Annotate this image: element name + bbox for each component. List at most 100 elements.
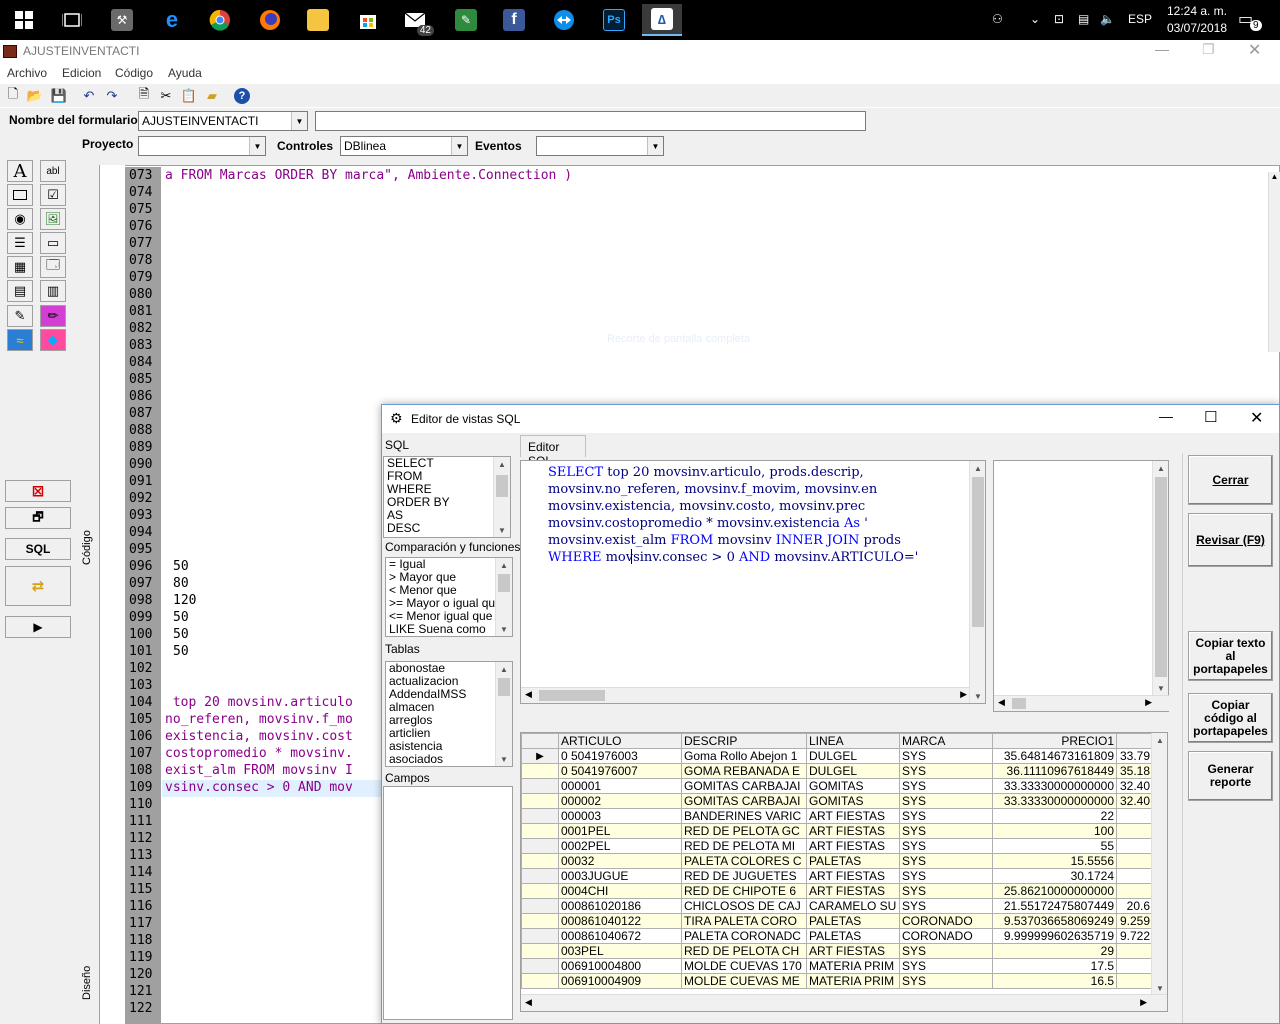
row-indicator[interactable]	[521, 853, 559, 869]
table-row[interactable]: 006910004800 MOLDE CUEVAS 170 MATERIA PRIM…	[521, 958, 1153, 974]
button-tool-icon[interactable]	[7, 184, 33, 206]
scrollbar[interactable]: ▲ ▼	[969, 461, 985, 703]
checkbox-tool-icon[interactable]: ☑	[40, 184, 66, 206]
code-line-098[interactable]: 120	[173, 593, 196, 608]
scrollbar[interactable]: ▲ ▼	[493, 457, 510, 537]
scroll-down-icon[interactable]: ▼	[1152, 981, 1167, 995]
textbox-tool-icon[interactable]: abl	[40, 160, 66, 182]
tab-editor-sql[interactable]: Editor SQL	[520, 435, 586, 468]
copy-text-button[interactable]: Copiar texto al portapapeles	[1188, 631, 1273, 681]
sql-keyword-item[interactable]: DESC	[384, 522, 510, 535]
report-tool-icon[interactable]: ▤	[7, 280, 33, 302]
sql-keywords-list[interactable]: SELECT FROM WHERE ORDER BY AS DESC ▲ ▼	[383, 456, 511, 538]
controls-combo[interactable]: DBlinea ▼	[340, 136, 468, 156]
sql-text-editor[interactable]: SELECT top 20 movsinv.articulo, prods.de…	[520, 460, 986, 704]
volume-icon[interactable]: 🔈	[1100, 12, 1115, 26]
table-row[interactable]: 000861040672 PALETA CORONADC PALETAS CORONA…	[521, 928, 1153, 944]
table-row[interactable]: 0003JUGUE RED DE JUGUETES ART FIESTAS SYS 30…	[521, 868, 1153, 884]
scroll-up-icon[interactable]: ▲	[1269, 172, 1280, 181]
scroll-up-icon[interactable]: ▲	[1152, 733, 1167, 747]
run-button[interactable]: ▶	[5, 616, 71, 638]
restore-button[interactable]: ❐	[1202, 41, 1215, 58]
mail-icon[interactable]: 42	[396, 4, 436, 36]
copy-code-button[interactable]: Copiar código al portapapeles	[1188, 693, 1273, 743]
events-combo[interactable]: ▼	[536, 136, 664, 156]
form-designer-app-icon[interactable]: ∆	[642, 4, 682, 36]
subreport-tool-icon[interactable]: ▥	[40, 280, 66, 302]
clipboard-icon[interactable]: ▰	[203, 87, 221, 105]
table-row[interactable]: 003PEL RED DE PELOTA CH ART FIESTAS SYS 29	[521, 943, 1153, 959]
scroll-down-icon[interactable]: ▼	[970, 689, 986, 703]
h-scrollbar[interactable]: ◀ ▶	[994, 695, 1170, 711]
scroll-down-icon[interactable]: ▼	[494, 523, 510, 537]
taskbar-clock[interactable]: 12:24 a. m. 03/07/2018	[1162, 3, 1232, 37]
redo-icon[interactable]: ↷	[103, 87, 121, 105]
radio-tool-icon[interactable]: ◉	[7, 208, 33, 230]
chevron-down-icon[interactable]: ▼	[249, 137, 265, 155]
row-indicator[interactable]	[521, 763, 559, 779]
comparison-list[interactable]: = Igual > Mayor que < Menor que >= Mayor o …	[385, 557, 513, 637]
comparison-item[interactable]: LIKE Suena como	[386, 623, 512, 636]
photoshop-icon[interactable]: Ps	[594, 4, 634, 36]
column-header[interactable]	[1116, 733, 1153, 749]
code-line-100[interactable]: 50	[173, 627, 189, 642]
code-line-097[interactable]: 80	[173, 576, 189, 591]
edge-browser-icon[interactable]: e	[152, 4, 192, 36]
cut-icon[interactable]: ✂	[157, 87, 175, 105]
network-icon[interactable]: ⊡	[1054, 12, 1064, 26]
properties-button[interactable]: 🗗	[5, 507, 71, 529]
scroll-down-icon[interactable]: ▼	[496, 752, 512, 766]
menu-ayuda[interactable]: Ayuda	[168, 66, 202, 80]
row-indicator[interactable]	[521, 838, 559, 854]
facebook-icon[interactable]: f	[494, 4, 534, 36]
project-combo[interactable]: ▼	[138, 136, 266, 156]
notes-memo[interactable]: ▲ ▼ ◀ ▶	[993, 460, 1170, 712]
code-line-107[interactable]: costopromedio * movsinv.	[165, 746, 353, 761]
paste-icon[interactable]: 📋	[180, 87, 198, 105]
generate-report-button[interactable]: Generar reporte	[1188, 751, 1273, 801]
table-row[interactable]: 00032 PALETA COLORES C PALETAS SYS 15.5556	[521, 853, 1153, 869]
row-indicator[interactable]	[521, 778, 559, 794]
row-indicator[interactable]	[521, 943, 559, 959]
editor-scrollbar[interactable]: ▲	[1268, 172, 1280, 352]
column-header[interactable]: LINEA	[806, 733, 900, 749]
table-row[interactable]: 0001PEL RED DE PELOTA GC ART FIESTAS SYS 100	[521, 823, 1153, 839]
scroll-up-icon[interactable]: ▲	[496, 662, 512, 676]
scroll-right-icon[interactable]: ▶	[960, 689, 967, 700]
list-tool-icon[interactable]: ☰	[7, 232, 33, 254]
scroll-left-icon[interactable]: ◀	[525, 997, 532, 1008]
scroll-down-icon[interactable]: ▼	[1153, 681, 1169, 695]
chevron-down-icon[interactable]: ▼	[647, 137, 663, 155]
row-indicator[interactable]	[521, 913, 559, 929]
delete-control-button[interactable]: ⊠	[5, 480, 71, 502]
h-scrollbar[interactable]: ◀ ▶	[521, 687, 969, 703]
tray-language[interactable]: ESP	[1128, 12, 1152, 26]
code-line-109[interactable]: vsinv.consec > 0 AND mov	[165, 780, 353, 795]
code-line-105[interactable]: no_referen, movsinv.f_mo	[165, 712, 353, 727]
form-name-combo[interactable]: AJUSTEINVENTACTI ▼	[138, 111, 308, 131]
window-tool-icon[interactable]: 🗔	[40, 256, 66, 278]
scroll-right-icon[interactable]: ▶	[1140, 997, 1147, 1008]
chevron-down-icon[interactable]: ▼	[291, 112, 307, 130]
task-view-icon[interactable]	[52, 4, 92, 36]
green-app-icon[interactable]: ✎	[446, 4, 486, 36]
row-indicator[interactable]: ▶	[521, 748, 559, 764]
results-grid[interactable]: ARTICULO DESCRIP LINEA MARCA PRECIO1 ▶ 0 5041…	[520, 732, 1168, 1012]
row-indicator[interactable]	[521, 898, 559, 914]
row-indicator[interactable]	[521, 883, 559, 899]
document-icon[interactable]: 🗎	[135, 86, 153, 105]
grid-tool-icon[interactable]: ▦	[7, 256, 33, 278]
close-window-button[interactable]: ✕	[1248, 40, 1261, 60]
tray-chevron-icon[interactable]: ⌄	[1030, 12, 1040, 26]
help-icon[interactable]: ?	[233, 87, 251, 105]
chart-tool-icon[interactable]: ≈	[7, 329, 33, 351]
code-line-106[interactable]: existencia, movsinv.cost	[165, 729, 353, 744]
tools-app-icon[interactable]: ⚒	[102, 4, 142, 36]
new-file-icon[interactable]: 🗋	[4, 86, 22, 105]
table-row[interactable]: 000861020186 CHICLOSOS DE CAJ CARAMELO SU S…	[521, 898, 1153, 914]
code-line-101[interactable]: 50	[173, 644, 189, 659]
table-row[interactable]: 000861040122 TIRA PALETA CORO PALETAS CORON…	[521, 913, 1153, 929]
form-description-input[interactable]	[315, 111, 866, 131]
scrollbar[interactable]: ▲ ▼	[1152, 461, 1168, 695]
dialog-close-button[interactable]: ✕	[1250, 408, 1263, 428]
